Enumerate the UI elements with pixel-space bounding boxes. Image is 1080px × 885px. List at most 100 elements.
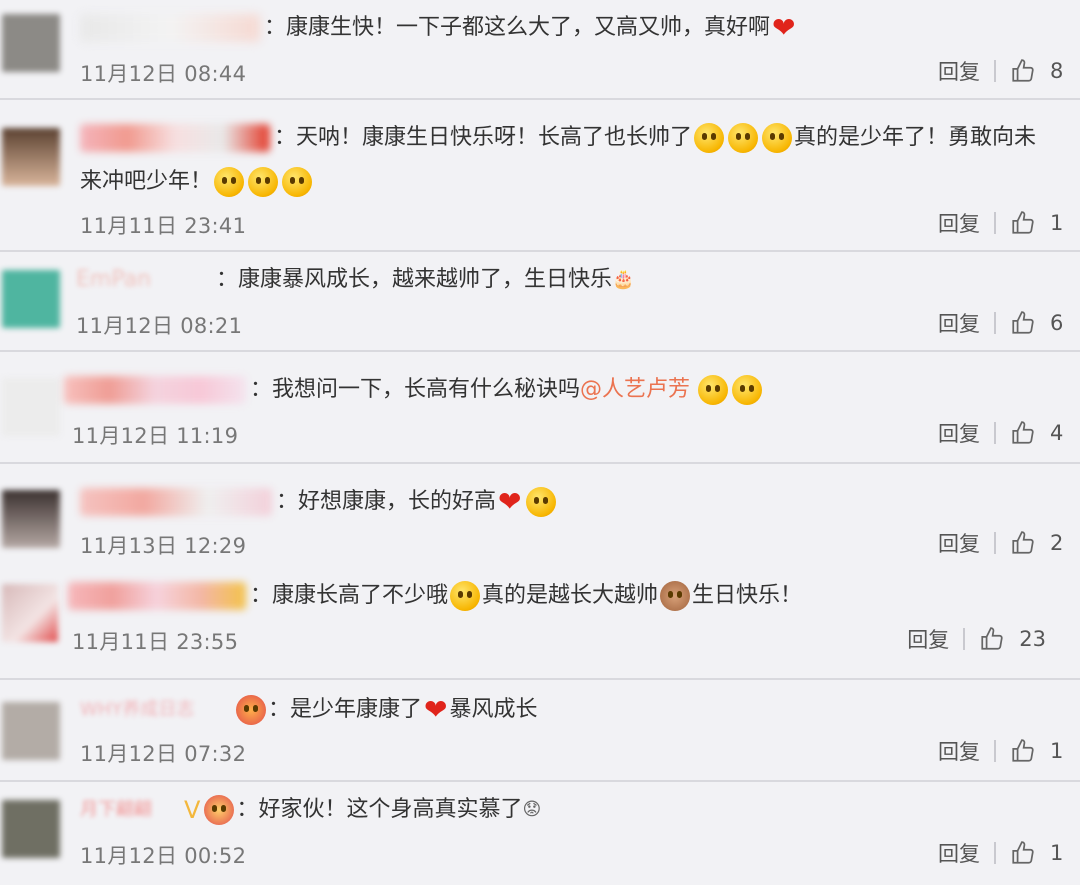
like-count: 1 bbox=[1050, 739, 1064, 763]
timestamp: 11月11日 23:41 bbox=[80, 214, 247, 238]
reply-button[interactable]: 回复 bbox=[938, 308, 980, 338]
comment-text: 我想问一下，长高有什么秘诀吗 bbox=[272, 377, 581, 402]
thumbs-up-icon[interactable] bbox=[979, 626, 1005, 652]
monkey-emoji-icon bbox=[660, 581, 691, 611]
vip-badge-icon: V bbox=[184, 796, 201, 824]
username[interactable] bbox=[80, 124, 270, 152]
comment-text-continued: 暴风成长 bbox=[449, 697, 538, 722]
like-count: 6 bbox=[1050, 311, 1064, 335]
comment-text: 好想康康，长的好高 bbox=[298, 489, 497, 514]
divider bbox=[994, 60, 996, 82]
comment-item: ：我想问一下，长高有什么秘诀吗@人艺卢芳 11月12日 11:19 回复 4 bbox=[0, 352, 1080, 464]
cheer-emoji-icon bbox=[282, 167, 313, 197]
like-count: 8 bbox=[1050, 59, 1064, 83]
comment-actions: 回复 6 bbox=[938, 308, 1066, 338]
divider bbox=[994, 312, 996, 334]
comment-text: 康康长高了不少哦 bbox=[272, 583, 449, 608]
avatar[interactable] bbox=[2, 702, 60, 760]
divider bbox=[994, 842, 996, 864]
face-emoji-icon: 😟 bbox=[522, 799, 542, 820]
avatar[interactable] bbox=[2, 378, 60, 436]
mention-link[interactable]: @人艺卢芳 bbox=[580, 377, 690, 402]
timestamp: 11月12日 08:44 bbox=[80, 62, 247, 86]
comment-actions: 回复 4 bbox=[938, 418, 1066, 448]
smile-emoji-icon bbox=[728, 123, 759, 153]
username[interactable] bbox=[80, 488, 272, 516]
comment-actions: 回复 1 bbox=[938, 736, 1066, 766]
comment-list: ：康康生快！一下子都这么大了，又高又帅，真好啊❤ 11月12日 08:44 回复… bbox=[0, 0, 1080, 885]
avatar[interactable] bbox=[2, 128, 60, 186]
thumbs-up-icon[interactable] bbox=[1010, 58, 1036, 84]
heart-emoji-icon: ❤ bbox=[424, 693, 448, 726]
reply-button[interactable]: 回复 bbox=[938, 838, 980, 868]
avatar[interactable] bbox=[2, 800, 60, 858]
comment-text-line: EmPan ：康康暴风成长，越来越帅了，生日快乐🎂 bbox=[76, 258, 1066, 302]
reply-button[interactable]: 回复 bbox=[907, 624, 949, 654]
divider bbox=[994, 740, 996, 762]
thumbs-up-icon[interactable] bbox=[1010, 420, 1036, 446]
comment-text-continued: 来冲吧少年！ bbox=[80, 169, 213, 194]
colon: ： bbox=[276, 489, 299, 514]
username[interactable] bbox=[80, 14, 260, 42]
like-count: 1 bbox=[1050, 211, 1064, 235]
username[interactable]: WHY养成日志 bbox=[80, 696, 230, 724]
comment-text: 康康生快！一下子都这么大了，又高又帅，真好啊 bbox=[286, 15, 771, 40]
avatar[interactable] bbox=[2, 270, 60, 328]
thumbs-up-icon[interactable] bbox=[1010, 840, 1036, 866]
colon: ： bbox=[216, 267, 239, 292]
colon: ： bbox=[264, 15, 287, 40]
divider bbox=[994, 212, 996, 234]
comment-text-line: ：天呐！康康生日快乐呀！长高了也长帅了 真的是少年了！勇敢向未 bbox=[80, 116, 1066, 160]
thumbs-up-icon[interactable] bbox=[1010, 210, 1036, 236]
like-count: 4 bbox=[1050, 421, 1064, 445]
reply-button[interactable]: 回复 bbox=[938, 528, 980, 558]
comment-item: 月下翩翩 V ：好家伙！这个身高真实慕了😟 11月12日 00:52 回复 1 bbox=[0, 782, 1080, 885]
reply-button[interactable]: 回复 bbox=[938, 736, 980, 766]
comment-actions: 回复 23 bbox=[907, 624, 1046, 654]
reply-button[interactable]: 回复 bbox=[938, 56, 980, 86]
comment-item: WHY养成日志 ：是少年康康了❤暴风成长 11月12日 07:32 回复 1 bbox=[0, 680, 1080, 782]
reply-button[interactable]: 回复 bbox=[938, 208, 980, 238]
comment-text: 天呐！康康生日快乐呀！长高了也长帅了 bbox=[296, 125, 693, 150]
colon: ： bbox=[236, 797, 259, 822]
timestamp: 11月12日 08:21 bbox=[76, 314, 243, 338]
username[interactable] bbox=[64, 376, 246, 404]
comment-text-line: ：好想康康，长的好高❤ bbox=[80, 480, 1066, 524]
reply-button[interactable]: 回复 bbox=[938, 418, 980, 448]
like-count: 1 bbox=[1050, 841, 1064, 865]
comment-text: 好家伙！这个身高真实慕了 bbox=[258, 797, 523, 822]
comment-text-continued: 真的是少年了！勇敢向未 bbox=[794, 125, 1037, 150]
avatar[interactable] bbox=[2, 14, 60, 72]
comment-item: ：天呐！康康生日快乐呀！长高了也长帅了 真的是少年了！勇敢向未 来冲吧少年！ 11… bbox=[0, 100, 1080, 252]
colon: ： bbox=[268, 697, 291, 722]
comment-text: 是少年康康了 bbox=[290, 697, 423, 722]
timestamp: 11月12日 11:19 bbox=[72, 424, 239, 448]
timestamp: 11月11日 23:55 bbox=[72, 630, 239, 654]
thumbs-up-icon[interactable] bbox=[1010, 738, 1036, 764]
comment-item: ：康康长高了不少哦 真的是越长大越帅 生日快乐！ 11月11日 23:55 回复 2… bbox=[0, 556, 1080, 680]
laugh-emoji-icon bbox=[698, 375, 729, 405]
sunglasses-emoji-icon bbox=[450, 581, 481, 611]
username[interactable]: 月下翩翩 bbox=[80, 796, 178, 824]
divider bbox=[994, 532, 996, 554]
comment-text-line: 月下翩翩 V ：好家伙！这个身高真实慕了😟 bbox=[80, 788, 1066, 832]
comment-text-continued: 真的是越长大越帅 bbox=[482, 583, 659, 608]
like-count: 23 bbox=[1019, 627, 1046, 651]
badge-emoji-icon bbox=[236, 695, 266, 725]
avatar[interactable] bbox=[2, 584, 58, 642]
avatar[interactable] bbox=[2, 490, 60, 548]
divider bbox=[963, 628, 966, 650]
divider bbox=[994, 422, 996, 444]
comment-actions: 回复 1 bbox=[938, 838, 1066, 868]
username[interactable]: EmPan bbox=[76, 266, 212, 294]
heart-emoji-icon: ❤ bbox=[498, 485, 522, 518]
thumbs-up-icon[interactable] bbox=[1010, 310, 1036, 336]
username[interactable] bbox=[68, 582, 246, 610]
laugh-emoji-icon bbox=[732, 375, 763, 405]
comment-actions: 回复 8 bbox=[938, 56, 1066, 86]
comment-text: 康康暴风成长，越来越帅了，生日快乐 bbox=[238, 267, 613, 292]
thumbs-up-icon[interactable] bbox=[1010, 530, 1036, 556]
badge-emoji-icon bbox=[204, 795, 235, 825]
smile-emoji-icon bbox=[694, 123, 725, 153]
comment-actions: 回复 2 bbox=[938, 528, 1066, 558]
